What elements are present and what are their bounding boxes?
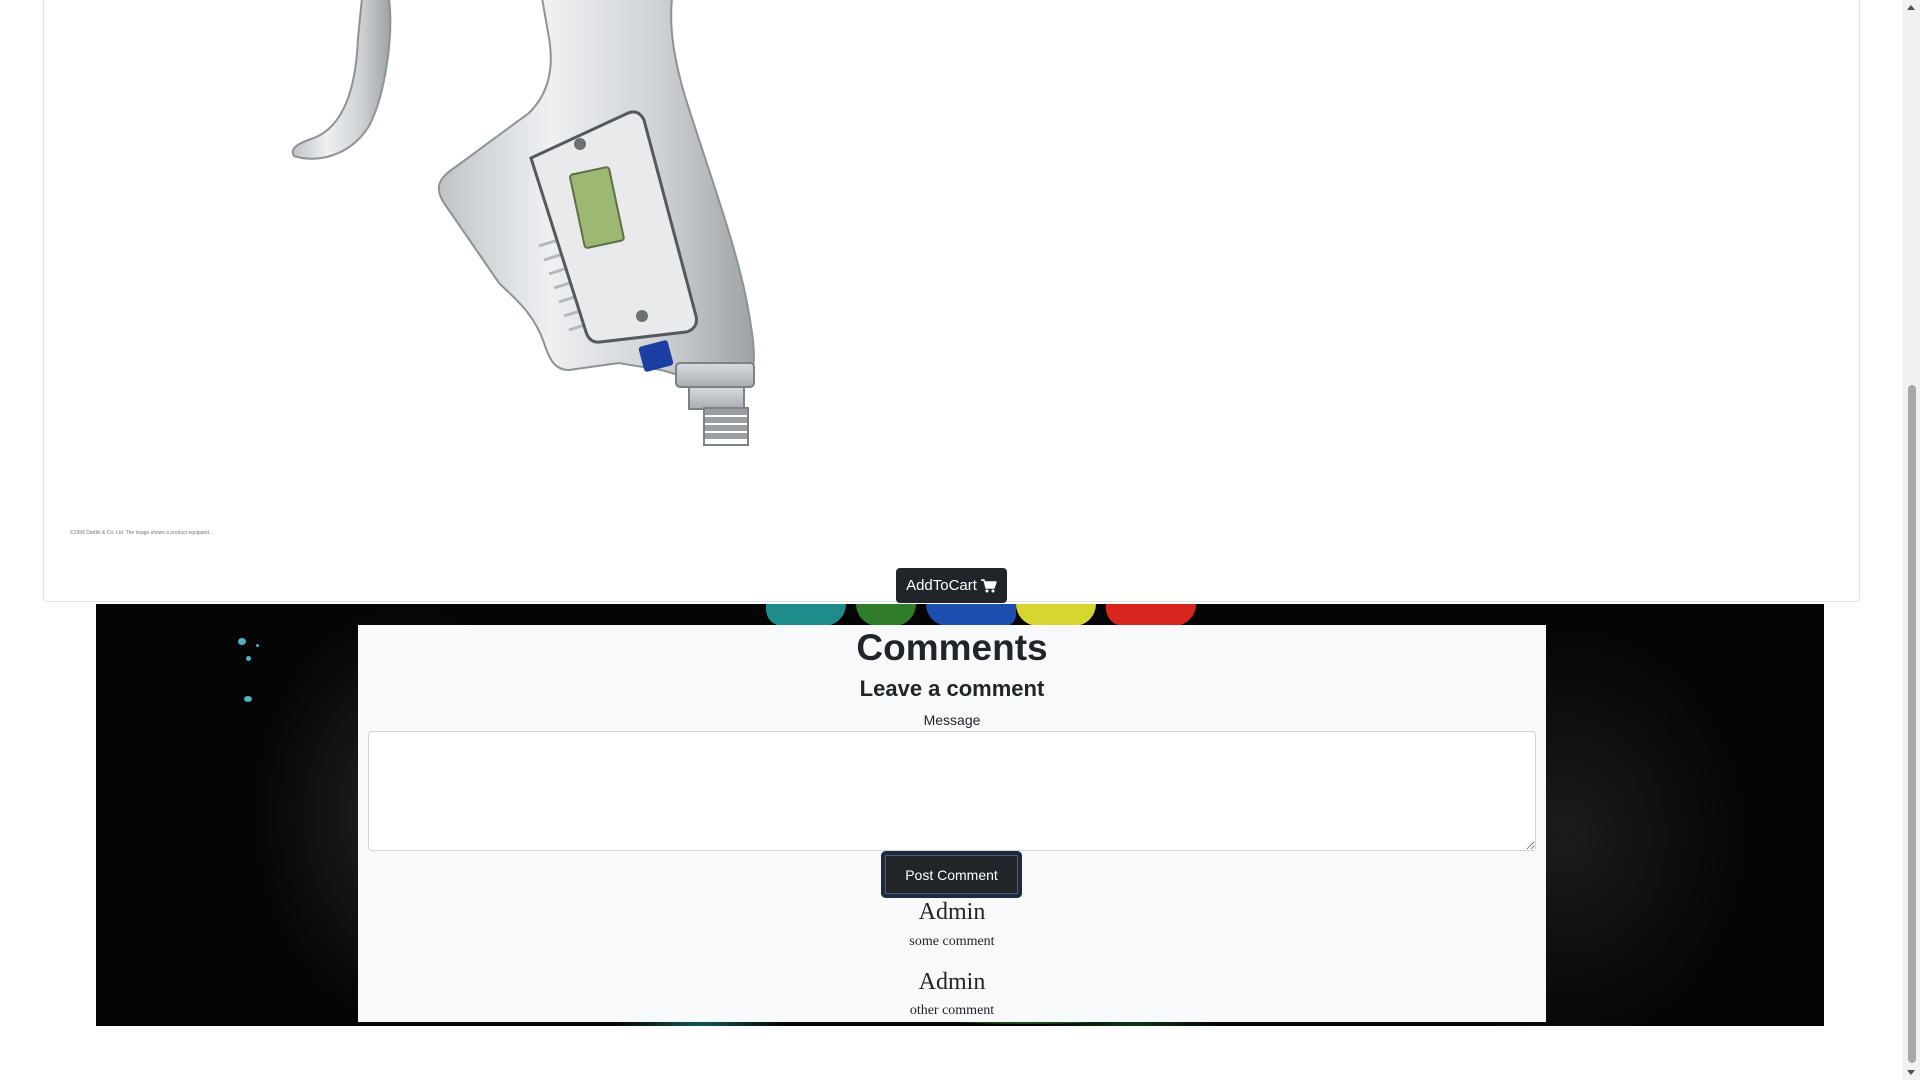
comment-text: some comment <box>909 934 995 949</box>
paint-drop <box>238 638 246 645</box>
scroll-down-arrow-icon[interactable] <box>1907 1070 1915 1075</box>
scrollbar-thumb[interactable] <box>1908 385 1916 1063</box>
scroll-up-arrow-icon[interactable] <box>1907 5 1915 10</box>
comment-text: other comment <box>909 1003 995 1018</box>
page-scrollbar[interactable] <box>1903 0 1920 1080</box>
leave-comment-heading: Leave a comment <box>859 676 1045 701</box>
comments-heading: Comments <box>856 627 1048 668</box>
comment-author: Admin <box>918 899 986 925</box>
paint-splash <box>856 604 916 626</box>
paint-drop <box>246 656 251 661</box>
comment-author: Admin <box>918 969 986 995</box>
paint-drop <box>256 644 259 647</box>
paint-splash <box>1106 604 1196 626</box>
paint-drop <box>244 696 252 702</box>
product-image <box>291 0 755 446</box>
paint-splash <box>766 604 846 626</box>
message-label: Message <box>923 712 981 728</box>
add-to-cart-button[interactable]: AddToCart <box>896 568 1007 603</box>
paint-splash <box>1016 604 1096 626</box>
image-fineprint: ©1999 Datdin & Co. Ltd. The image shows … <box>70 530 214 536</box>
comments-section: Comments Leave a comment Message Post Co… <box>358 625 1546 1022</box>
post-comment-button[interactable]: Post Comment <box>881 851 1022 898</box>
product-card: ©1999 Datdin & Co. Ltd. The image shows … <box>43 0 1860 602</box>
message-textarea[interactable] <box>368 731 1536 851</box>
add-to-cart-label: AddToCart <box>906 577 977 594</box>
cart-icon <box>980 578 997 593</box>
paint-splash <box>926 604 1016 626</box>
